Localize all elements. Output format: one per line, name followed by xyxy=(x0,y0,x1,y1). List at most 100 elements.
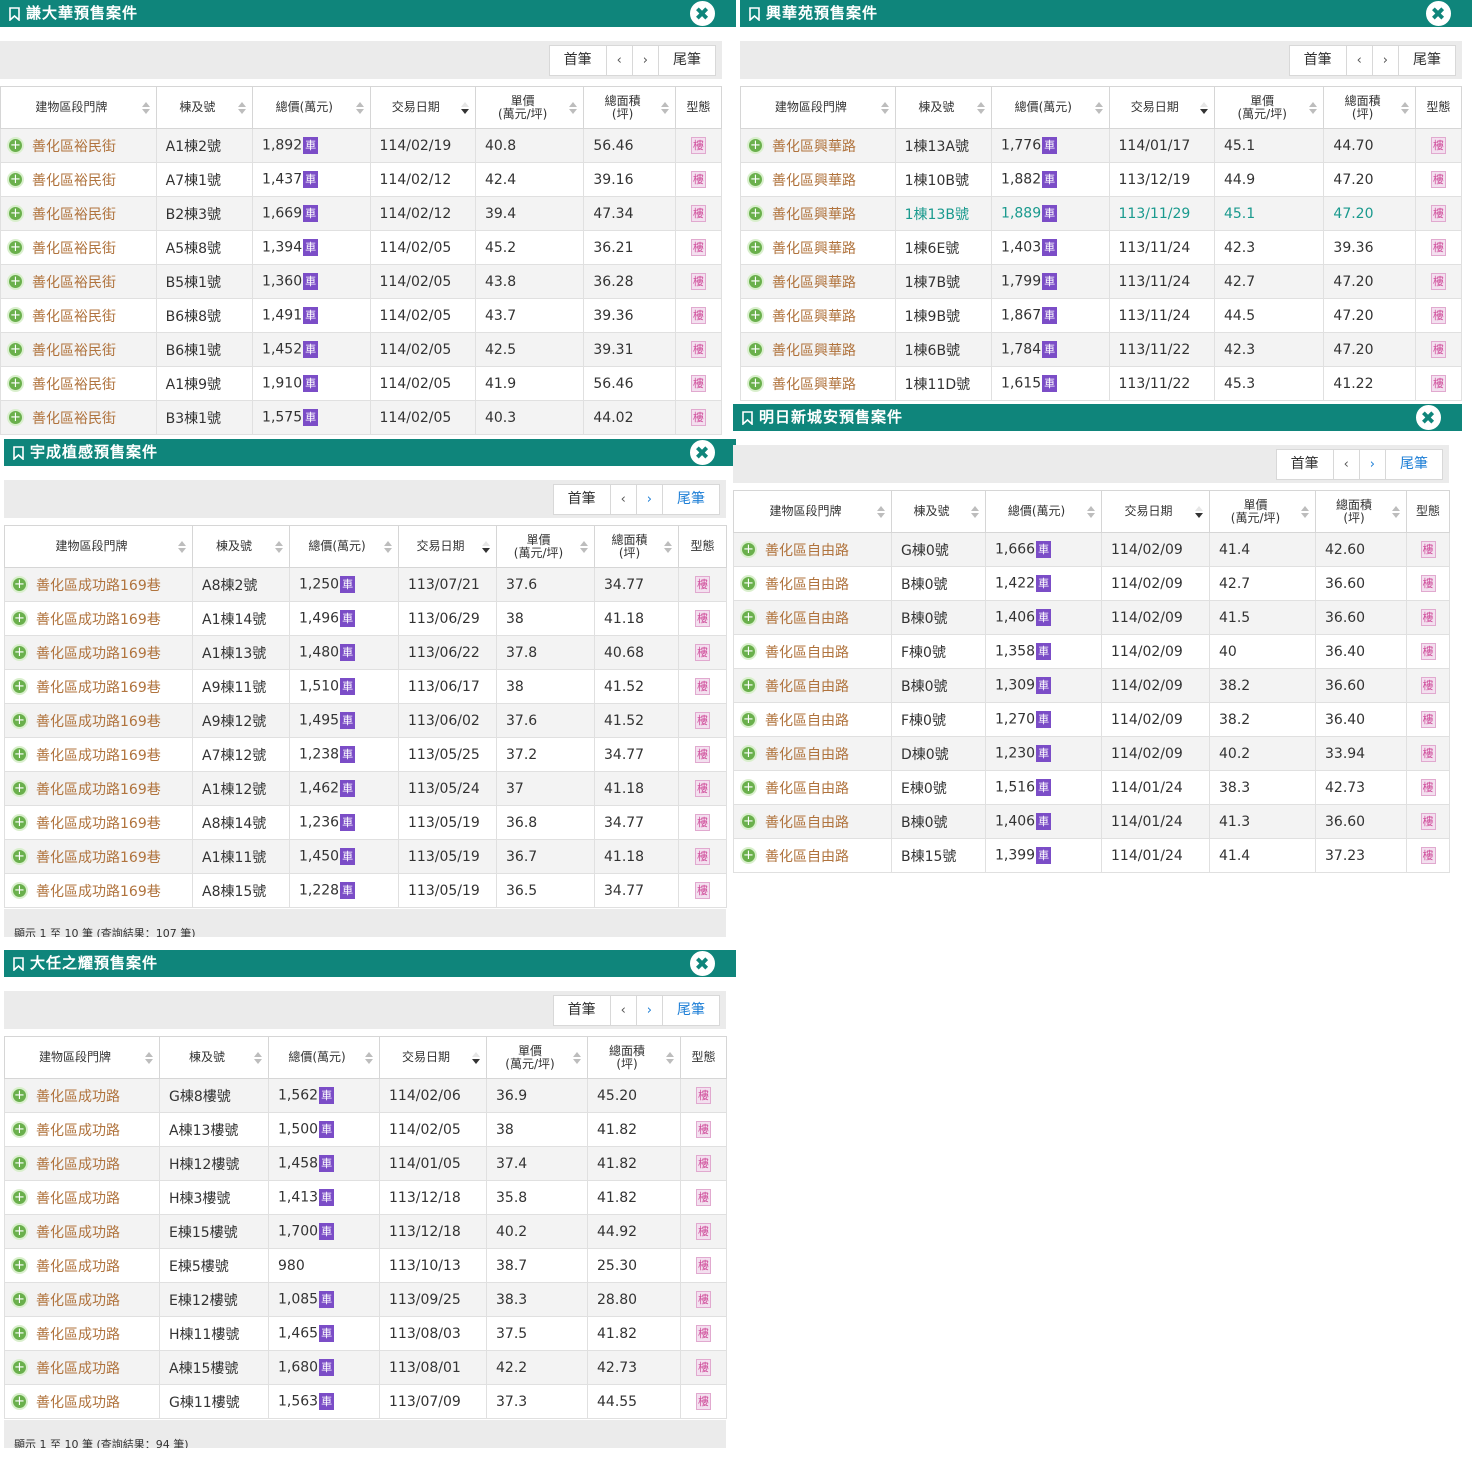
sort-icon[interactable] xyxy=(238,101,247,114)
table-row[interactable]: + 善化區興華路 1棟7B號 1,799 車 113/11/24 42.7 47.20 樓 xyxy=(740,264,1463,299)
address-cell[interactable]: + 善化區興華路 xyxy=(740,332,896,367)
address-link[interactable]: 善化區成功路169巷 xyxy=(36,612,161,628)
first-page-button[interactable]: 首筆 xyxy=(1277,450,1334,479)
column-header[interactable]: 建物區段門牌 xyxy=(740,86,896,129)
table-row[interactable]: + 善化區自由路 F棟0號 1,358 車 114/02/09 40 36.40 樓 xyxy=(733,634,1450,669)
parking-badge[interactable]: 車 xyxy=(319,1155,335,1172)
parking-badge[interactable]: 車 xyxy=(340,576,356,593)
expand-plus-icon[interactable]: + xyxy=(7,374,24,392)
column-header[interactable]: 棟及號 xyxy=(894,86,993,129)
address-cell[interactable]: + 善化區裕民街 xyxy=(0,128,157,163)
table-row[interactable]: + 善化區裕民街 B6棟8號 1,491 車 114/02/05 43.7 39.36 樓 xyxy=(0,298,723,333)
building-type-badge[interactable]: 樓 xyxy=(695,712,710,729)
sort-icon[interactable] xyxy=(580,540,588,553)
building-type-badge[interactable]: 樓 xyxy=(1420,745,1436,762)
sort-icon[interactable] xyxy=(384,540,392,553)
sort-icon[interactable] xyxy=(1301,505,1309,518)
parking-badge[interactable]: 車 xyxy=(319,1359,335,1376)
address-cell[interactable]: + 善化區成功路 xyxy=(4,1316,160,1351)
table-row[interactable]: + 善化區成功路 H棟12樓號 1,458 車 114/01/05 37.4 41.82 樓 xyxy=(4,1146,727,1181)
address-cell[interactable]: + 善化區自由路 xyxy=(733,634,892,669)
column-header[interactable]: 總面積 (坪) xyxy=(1315,490,1407,533)
building-type-badge[interactable]: 樓 xyxy=(695,610,710,627)
expand-plus-icon[interactable]: + xyxy=(740,608,757,626)
table-row[interactable]: + 善化區成功路 H棟11樓號 1,465 車 113/08/03 37.5 41.82 樓 xyxy=(4,1316,727,1351)
building-type-badge[interactable]: 樓 xyxy=(1420,813,1436,830)
address-link[interactable]: 善化區自由路 xyxy=(765,577,849,593)
table-row[interactable]: + 善化區成功路169巷 A9棟12號 1,495 車 113/06/02 37.6 41.5… xyxy=(4,703,727,738)
expand-plus-icon[interactable]: + xyxy=(11,779,28,797)
table-row[interactable]: + 善化區成功路 E棟15樓號 1,700 車 113/12/18 40.2 44.92 樓 xyxy=(4,1214,727,1249)
address-cell[interactable]: + 善化區興華路 xyxy=(740,230,896,265)
address-link[interactable]: 善化區成功路 xyxy=(36,1395,120,1411)
column-header[interactable]: 交易日期 xyxy=(1101,490,1210,533)
table-row[interactable]: + 善化區成功路169巷 A8棟2號 1,250 車 113/07/21 37.6 34.77… xyxy=(4,567,727,602)
address-cell[interactable]: + 善化區成功路169巷 xyxy=(4,601,193,636)
parking-badge[interactable]: 車 xyxy=(1042,205,1058,222)
column-header[interactable]: 棟及號 xyxy=(159,1036,269,1079)
address-link[interactable]: 善化區裕民街 xyxy=(32,343,116,359)
expand-plus-icon[interactable]: + xyxy=(7,272,24,290)
sort-icon[interactable] xyxy=(141,101,150,114)
table-row[interactable]: + 善化區興華路 1棟11D號 1,615 車 113/11/22 45.3 41.22 樓 xyxy=(740,366,1463,401)
column-header[interactable]: 建物區段門牌 xyxy=(4,525,193,568)
building-type-badge[interactable]: 樓 xyxy=(1430,375,1446,392)
address-link[interactable]: 善化區成功路 xyxy=(36,1089,120,1105)
column-header[interactable]: 總價(萬元) xyxy=(252,86,371,129)
expand-plus-icon[interactable]: + xyxy=(11,1324,28,1342)
address-cell[interactable]: + 善化區裕民街 xyxy=(0,196,157,231)
table-row[interactable]: + 善化區裕民街 A1棟2號 1,892 車 114/02/19 40.8 56.46 樓 xyxy=(0,128,723,163)
address-cell[interactable]: + 善化區成功路169巷 xyxy=(4,567,193,602)
table-row[interactable]: + 善化區自由路 F棟0號 1,270 車 114/02/09 38.2 36.40 樓 xyxy=(733,702,1450,737)
parking-badge[interactable]: 車 xyxy=(1036,541,1052,558)
column-header[interactable]: 棟及號 xyxy=(192,525,290,568)
address-link[interactable]: 善化區興華路 xyxy=(772,309,856,325)
table-row[interactable]: + 善化區成功路169巷 A8棟14號 1,236 車 113/05/19 36.8 34.7… xyxy=(4,805,727,840)
address-link[interactable]: 善化區成功路 xyxy=(36,1191,120,1207)
building-type-badge[interactable]: 樓 xyxy=(1420,847,1436,864)
address-cell[interactable]: + 善化區成功路 xyxy=(4,1112,160,1147)
address-cell[interactable]: + 善化區興華路 xyxy=(740,128,896,163)
column-header[interactable]: 單價 (萬元/坪) xyxy=(1213,86,1325,129)
parking-badge[interactable]: 車 xyxy=(1036,813,1052,830)
sort-icon[interactable] xyxy=(880,101,889,114)
address-cell[interactable]: + 善化區成功路169巷 xyxy=(4,669,193,704)
expand-plus-icon[interactable]: + xyxy=(7,136,24,154)
table-row[interactable]: + 善化區自由路 E棟0號 1,516 車 114/01/24 38.3 42.73 樓 xyxy=(733,770,1450,805)
building-type-badge[interactable]: 樓 xyxy=(696,1291,711,1308)
expand-plus-icon[interactable]: + xyxy=(740,778,757,796)
expand-plus-icon[interactable]: + xyxy=(11,609,28,627)
address-cell[interactable]: + 善化區自由路 xyxy=(733,804,892,839)
first-page-button[interactable]: 首筆 xyxy=(1290,46,1347,75)
column-header[interactable]: 交易日期 xyxy=(379,1036,487,1079)
parking-badge[interactable]: 車 xyxy=(340,644,356,661)
parking-badge[interactable]: 車 xyxy=(303,205,319,222)
address-link[interactable]: 善化區興華路 xyxy=(772,173,856,189)
parking-badge[interactable]: 車 xyxy=(1036,745,1052,762)
expand-plus-icon[interactable]: + xyxy=(747,170,764,188)
sort-icon[interactable] xyxy=(664,540,672,553)
building-type-badge[interactable]: 樓 xyxy=(1420,575,1436,592)
sort-icon[interactable] xyxy=(977,101,986,114)
expand-plus-icon[interactable]: + xyxy=(740,676,757,694)
sort-icon[interactable] xyxy=(877,505,885,518)
building-type-badge[interactable]: 樓 xyxy=(696,1325,711,1342)
expand-plus-icon[interactable]: + xyxy=(11,847,28,865)
next-page-button[interactable]: › xyxy=(637,485,663,514)
address-cell[interactable]: + 善化區成功路169巷 xyxy=(4,737,193,772)
address-cell[interactable]: + 善化區自由路 xyxy=(733,668,892,703)
sort-icon[interactable] xyxy=(971,505,979,518)
building-type-badge[interactable]: 樓 xyxy=(695,576,710,593)
address-link[interactable]: 善化區興華路 xyxy=(772,343,856,359)
parking-badge[interactable]: 車 xyxy=(1036,677,1052,694)
expand-plus-icon[interactable]: + xyxy=(11,813,28,831)
parking-badge[interactable]: 車 xyxy=(1042,137,1058,154)
expand-plus-icon[interactable]: + xyxy=(747,306,764,324)
building-type-badge[interactable]: 樓 xyxy=(695,644,710,661)
parking-badge[interactable]: 車 xyxy=(340,848,356,865)
expand-plus-icon[interactable]: + xyxy=(747,272,764,290)
building-type-badge[interactable]: 樓 xyxy=(1420,541,1436,558)
parking-badge[interactable]: 車 xyxy=(1042,273,1058,290)
address-link[interactable]: 善化區自由路 xyxy=(765,747,849,763)
parking-badge[interactable]: 車 xyxy=(319,1325,335,1342)
